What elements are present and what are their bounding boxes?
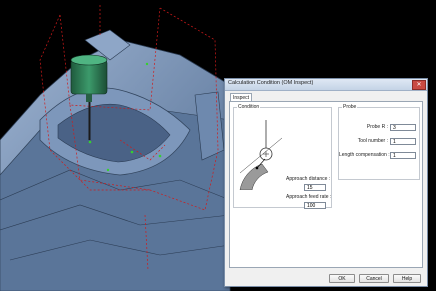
calculation-condition-dialog: Calculation Condition (OM Inspect) ✕ Ins…: [224, 78, 428, 287]
tool-number-label: Tool number :: [357, 138, 388, 144]
condition-legend: Condition: [238, 104, 260, 110]
approach-distance-input[interactable]: 15: [304, 184, 326, 191]
approach-distance-label: Approach distance :: [286, 176, 331, 182]
approach-feed-rate-label: Approach feed rate :: [286, 194, 332, 200]
tab-panel-inspect: Condition Approach distance : 15 Approac…: [229, 101, 423, 268]
probe-r-input[interactable]: 3: [390, 124, 416, 131]
approach-feed-rate-input[interactable]: 100: [304, 202, 326, 209]
length-compensation-label: Length compensation :: [339, 152, 390, 158]
cancel-button[interactable]: Cancel: [359, 274, 389, 283]
tool-number-input[interactable]: 1: [390, 138, 416, 145]
length-compensation-input[interactable]: 1: [390, 152, 416, 159]
ok-button[interactable]: OK: [329, 274, 355, 283]
close-icon[interactable]: ✕: [412, 80, 426, 90]
condition-group: Condition Approach distance : 15 Approac…: [233, 104, 332, 209]
probe-r-label: Probe R :: [366, 124, 388, 130]
probe-legend: Probe: [343, 104, 357, 110]
probe-group: Probe Probe R : 3 Tool number : 1 Length…: [338, 104, 420, 180]
help-button[interactable]: Help: [393, 274, 421, 283]
probe-diagram-icon: [239, 120, 283, 190]
dialog-titlebar[interactable]: Calculation Condition (OM Inspect) ✕: [225, 79, 427, 91]
dialog-title: Calculation Condition (OM Inspect): [228, 80, 314, 86]
